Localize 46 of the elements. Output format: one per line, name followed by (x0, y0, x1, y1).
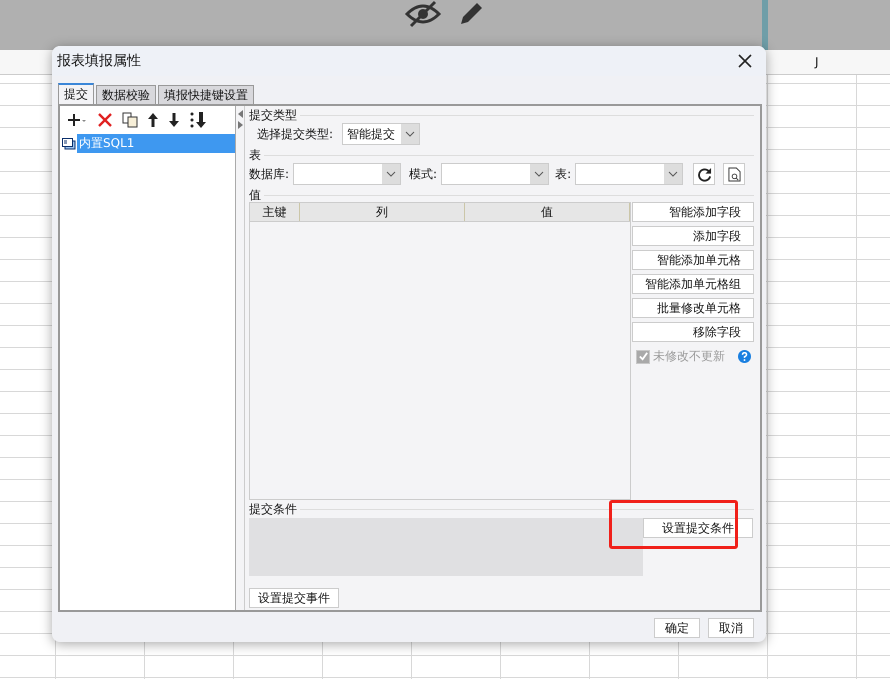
dropdown-field[interactable] (441, 163, 550, 185)
column-header: J (815, 55, 819, 69)
dialog-button[interactable]: 确定 (654, 618, 700, 638)
section-heading: 值 (249, 186, 261, 204)
field-label: 表: (555, 166, 572, 182)
field-label: 选择提交类型: (257, 126, 334, 142)
dropdown-field[interactable] (575, 163, 684, 185)
dropdown-field[interactable] (293, 163, 402, 185)
checkbox-label: 未修改不更新 (653, 348, 725, 365)
chevron-down-icon (534, 171, 544, 177)
section-heading: 表 (249, 146, 261, 164)
set-event-button[interactable]: 设置提交事件 (249, 588, 339, 608)
eye-slash-icon[interactable] (405, 0, 441, 28)
add-icon[interactable] (66, 112, 88, 128)
up-arrow-icon[interactable] (147, 112, 159, 128)
action-button[interactable]: 移除字段 (632, 322, 754, 342)
section-heading: 提交条件 (249, 500, 297, 518)
help-icon[interactable] (738, 350, 751, 363)
copy-icon[interactable] (122, 112, 138, 128)
action-button[interactable]: 智能添加单元格 (632, 250, 754, 270)
refresh-button[interactable] (693, 163, 716, 185)
dialog-button[interactable]: 取消 (708, 618, 754, 638)
column-header: 值 (465, 203, 630, 221)
chevron-down-icon (668, 171, 678, 177)
close-icon[interactable] (738, 54, 752, 68)
window-title: 报表填报属性 (57, 52, 141, 70)
move-bottom-icon[interactable] (189, 111, 207, 129)
field-label: 数据库: (249, 166, 290, 182)
section-heading: 提交类型 (249, 106, 297, 124)
submit-type-dropdown[interactable]: 智能提交 (342, 123, 420, 145)
chevron-down-icon (405, 131, 416, 137)
action-button[interactable]: 智能添加字段 (632, 202, 754, 222)
chevron-down-icon (386, 171, 396, 177)
delete-icon[interactable] (97, 112, 113, 128)
tab[interactable]: 数据校验 (96, 85, 156, 104)
down-arrow-icon[interactable] (168, 112, 180, 128)
set-condition-button[interactable]: 设置提交条件 (643, 518, 753, 538)
action-button[interactable]: 批量修改单元格 (632, 298, 754, 318)
tab[interactable]: 填报快捷键设置 (158, 85, 254, 104)
field-label: 模式: (409, 166, 438, 182)
preview-button[interactable] (723, 163, 746, 185)
column-header: 主键 (250, 203, 300, 221)
tab[interactable]: 提交 (58, 83, 94, 104)
action-button[interactable]: 智能添加单元格组 (632, 274, 754, 294)
column-header: 列 (300, 203, 465, 221)
action-button[interactable]: 添加字段 (632, 226, 754, 246)
